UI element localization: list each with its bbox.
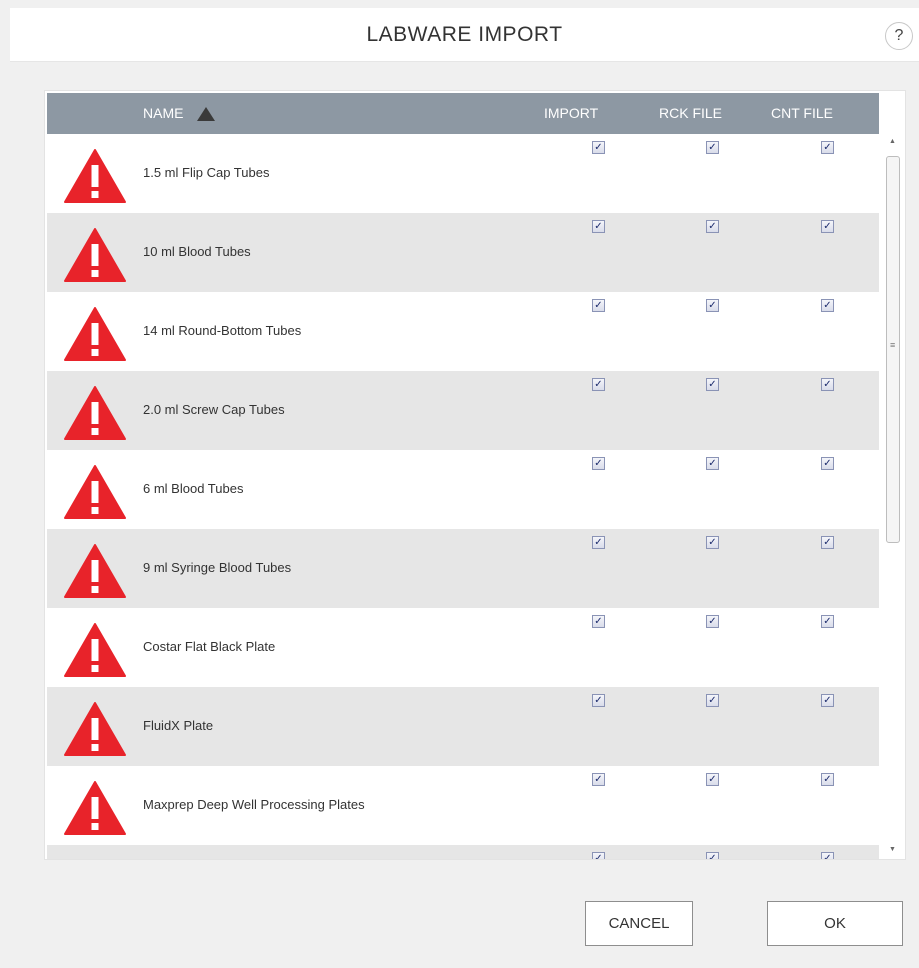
scrollbar-thumb[interactable]: ≡ bbox=[886, 156, 900, 543]
import-checkbox[interactable]: ✓ bbox=[592, 141, 605, 154]
import-checkbox[interactable]: ✓ bbox=[592, 378, 605, 391]
column-header-cnt-file[interactable]: CNT FILE bbox=[771, 93, 833, 134]
rck-file-checkbox[interactable]: ✓ bbox=[706, 536, 719, 549]
cnt-file-checkbox[interactable]: ✓ bbox=[821, 536, 834, 549]
import-checkbox[interactable]: ✓ bbox=[592, 773, 605, 786]
cnt-file-checkbox[interactable]: ✓ bbox=[821, 378, 834, 391]
import-checkbox[interactable]: ✓ bbox=[592, 694, 605, 707]
import-checkbox[interactable]: ✓ bbox=[592, 457, 605, 470]
row-name: 14 ml Round-Bottom Tubes bbox=[143, 323, 302, 338]
cnt-file-checkbox[interactable]: ✓ bbox=[821, 220, 834, 233]
dialog-titlebar: LABWARE IMPORT ? bbox=[10, 8, 919, 62]
scroll-up-arrow-icon[interactable]: ▲ bbox=[889, 138, 896, 145]
row-name: Costar Flat Black Plate bbox=[143, 639, 276, 654]
sort-ascending-icon[interactable] bbox=[197, 107, 215, 121]
row-name: 10 ml Blood Tubes bbox=[143, 244, 251, 259]
import-checkbox[interactable]: ✓ bbox=[592, 536, 605, 549]
row-name: FluidX Plate bbox=[143, 718, 214, 733]
row-name: Maxprep Deep Well Processing Plates bbox=[143, 797, 365, 812]
help-button[interactable]: ? bbox=[885, 22, 913, 50]
import-checkbox[interactable]: ✓ bbox=[592, 852, 605, 859]
warning-icon bbox=[63, 148, 127, 204]
table-row[interactable]: 9 ml Syringe Blood Tubes ✓ ✓ ✓ bbox=[47, 529, 879, 608]
rck-file-checkbox[interactable]: ✓ bbox=[706, 694, 719, 707]
column-header-import[interactable]: IMPORT bbox=[544, 93, 598, 134]
table-body: 1.5 ml Flip Cap Tubes ✓ ✓ ✓ 10 ml Blood Tube… bbox=[47, 134, 879, 859]
row-name: 9 ml Syringe Blood Tubes bbox=[143, 560, 292, 575]
table-row[interactable]: Maxprep Deep Well Processing Plates ✓ ✓ ✓ bbox=[47, 766, 879, 845]
row-name: 6 ml Blood Tubes bbox=[143, 481, 244, 496]
table-row[interactable]: 1.5 ml Flip Cap Tubes ✓ ✓ ✓ bbox=[47, 134, 879, 213]
rck-file-checkbox[interactable]: ✓ bbox=[706, 773, 719, 786]
rck-file-checkbox[interactable]: ✓ bbox=[706, 852, 719, 859]
cnt-file-checkbox[interactable]: ✓ bbox=[821, 457, 834, 470]
table-header: NAME IMPORT RCK FILE CNT FILE bbox=[47, 93, 879, 134]
warning-icon bbox=[63, 385, 127, 441]
warning-icon bbox=[63, 701, 127, 757]
table-row[interactable]: ✓ ✓ ✓ bbox=[47, 845, 879, 859]
cnt-file-checkbox[interactable]: ✓ bbox=[821, 773, 834, 786]
table-row[interactable]: 14 ml Round-Bottom Tubes ✓ ✓ ✓ bbox=[47, 292, 879, 371]
row-name: 2.0 ml Screw Cap Tubes bbox=[143, 402, 285, 417]
rck-file-checkbox[interactable]: ✓ bbox=[706, 220, 719, 233]
cnt-file-checkbox[interactable]: ✓ bbox=[821, 299, 834, 312]
rck-file-checkbox[interactable]: ✓ bbox=[706, 141, 719, 154]
scrollbar-grip-icon: ≡ bbox=[890, 340, 896, 350]
dialog-title: LABWARE IMPORT bbox=[366, 23, 563, 46]
labware-table: NAME IMPORT RCK FILE CNT FILE 1.5 ml Fli… bbox=[44, 90, 906, 860]
import-checkbox[interactable]: ✓ bbox=[592, 220, 605, 233]
rck-file-checkbox[interactable]: ✓ bbox=[706, 299, 719, 312]
column-header-name[interactable]: NAME bbox=[143, 93, 183, 134]
rck-file-checkbox[interactable]: ✓ bbox=[706, 457, 719, 470]
row-name: 1.5 ml Flip Cap Tubes bbox=[143, 165, 270, 180]
import-checkbox[interactable]: ✓ bbox=[592, 615, 605, 628]
table-row[interactable]: FluidX Plate ✓ ✓ ✓ bbox=[47, 687, 879, 766]
cnt-file-checkbox[interactable]: ✓ bbox=[821, 141, 834, 154]
table-row[interactable]: Costar Flat Black Plate ✓ ✓ ✓ bbox=[47, 608, 879, 687]
vertical-scrollbar[interactable]: ▲ ≡ ▼ bbox=[884, 136, 902, 859]
table-row[interactable]: 10 ml Blood Tubes ✓ ✓ ✓ bbox=[47, 213, 879, 292]
warning-icon bbox=[63, 306, 127, 362]
warning-icon bbox=[63, 227, 127, 283]
cnt-file-checkbox[interactable]: ✓ bbox=[821, 852, 834, 859]
rck-file-checkbox[interactable]: ✓ bbox=[706, 615, 719, 628]
cnt-file-checkbox[interactable]: ✓ bbox=[821, 615, 834, 628]
import-checkbox[interactable]: ✓ bbox=[592, 299, 605, 312]
ok-button[interactable]: OK bbox=[767, 901, 903, 946]
warning-icon bbox=[63, 543, 127, 599]
scroll-down-arrow-icon[interactable]: ▼ bbox=[889, 846, 896, 853]
warning-icon bbox=[63, 622, 127, 678]
warning-icon bbox=[63, 464, 127, 520]
cnt-file-checkbox[interactable]: ✓ bbox=[821, 694, 834, 707]
table-row[interactable]: 6 ml Blood Tubes ✓ ✓ ✓ bbox=[47, 450, 879, 529]
column-header-rck-file[interactable]: RCK FILE bbox=[659, 93, 722, 134]
rck-file-checkbox[interactable]: ✓ bbox=[706, 378, 719, 391]
table-row[interactable]: 2.0 ml Screw Cap Tubes ✓ ✓ ✓ bbox=[47, 371, 879, 450]
warning-icon bbox=[63, 780, 127, 836]
cancel-button[interactable]: CANCEL bbox=[585, 901, 693, 946]
